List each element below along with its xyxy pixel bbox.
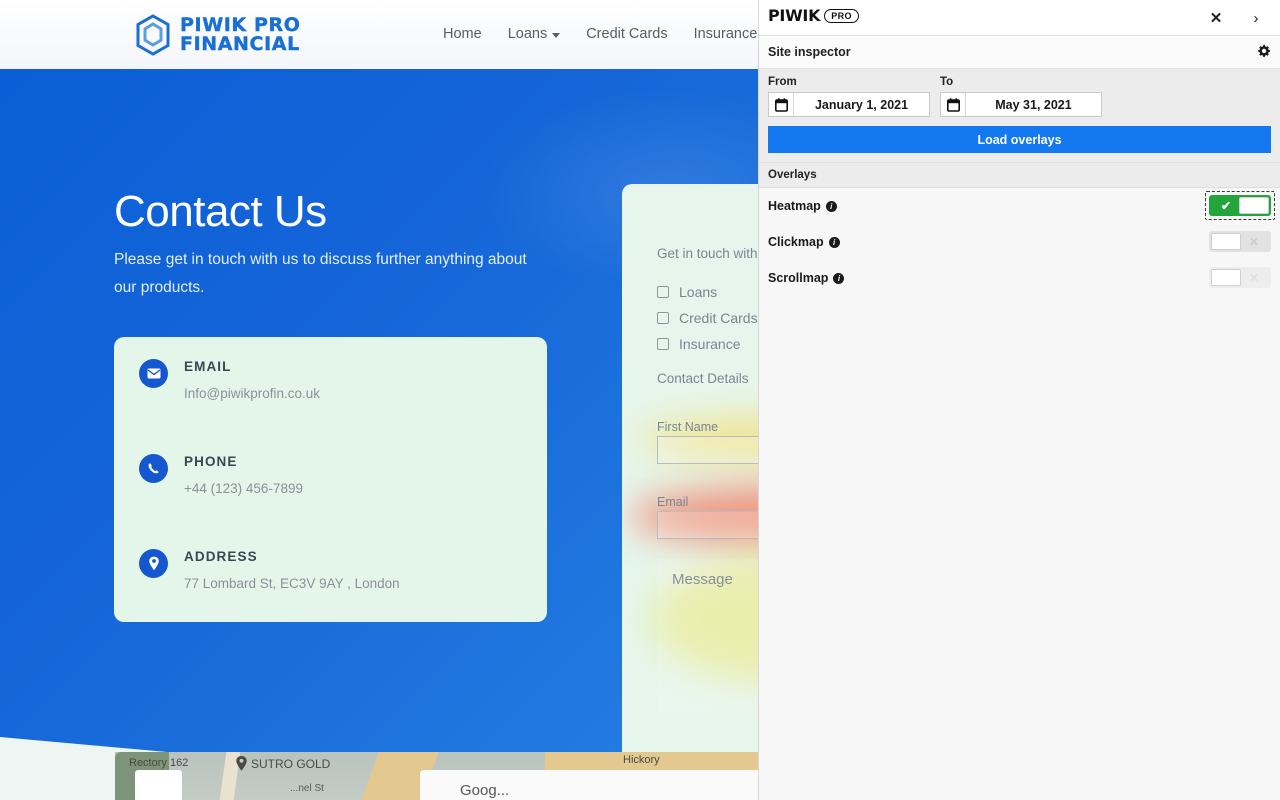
logo-wordmark: PIWIK	[768, 6, 821, 25]
checkbox-label: Loans	[679, 284, 718, 300]
first-name-label: First Name	[657, 420, 719, 434]
checkbox-label: Insurance	[679, 336, 741, 352]
close-icon[interactable]: ✕	[1198, 0, 1234, 36]
piwik-pro-side-panel: PIWIK PRO ✕ › Site inspector From Januar…	[758, 0, 1280, 800]
scrollmap-toggle[interactable]: ✕	[1209, 267, 1271, 288]
email-label: Email	[657, 495, 689, 509]
clickmap-toggle[interactable]: ✕	[1209, 231, 1271, 252]
info-icon[interactable]: i	[825, 200, 837, 212]
phone-icon	[139, 454, 168, 483]
contact-label: ADDRESS	[184, 549, 258, 564]
checkbox-insurance[interactable]: Insurance	[657, 336, 740, 352]
nav-label: Loans	[507, 26, 548, 42]
toggle-track[interactable]: ✕	[1209, 267, 1271, 288]
contact-row-phone: PHONE +44 (123) 456-7899	[139, 454, 303, 496]
contact-value: Info@piwikprofin.co.uk	[184, 386, 321, 401]
calendar-icon[interactable]	[769, 93, 794, 116]
contact-info-card: EMAIL Info@piwikprofin.co.uk PHONE +44 (…	[114, 337, 547, 622]
main-navigation: Home Loans Credit Cards Insurance Blo	[443, 26, 804, 42]
brand-logo[interactable]: PIWIK PRO FINANCIAL	[134, 14, 300, 56]
checkbox-box[interactable]	[657, 312, 669, 324]
chevron-right-icon[interactable]: ›	[1238, 0, 1274, 36]
nav-label: Home	[443, 26, 482, 42]
map-control-button[interactable]	[135, 770, 182, 800]
to-date-value: May 31, 2021	[995, 97, 1072, 112]
contact-label: EMAIL	[184, 359, 232, 374]
to-label: To	[940, 76, 954, 88]
toggle-cross-glyph: ✕	[1248, 270, 1260, 285]
logo-pro-badge: PRO	[824, 8, 859, 23]
panel-header: PIWIK PRO ✕ ›	[759, 0, 1280, 36]
checkbox-box[interactable]	[657, 338, 669, 350]
gear-icon[interactable]	[1256, 44, 1271, 64]
date-from-group: From January 1, 2021	[768, 76, 930, 117]
toggle-cross-glyph: ✕	[1248, 234, 1260, 249]
map-card-text: Goog...	[460, 782, 510, 799]
overlays-section-header: Overlays	[759, 163, 1280, 188]
checkbox-box[interactable]	[657, 286, 669, 298]
nav-label: Credit Cards	[586, 26, 668, 42]
toggle-track[interactable]: ✔	[1209, 195, 1271, 216]
nav-item-insurance[interactable]: Insurance	[694, 26, 758, 42]
toggle-check-glyph: ✔	[1220, 198, 1232, 213]
map-marker-icon	[235, 755, 248, 772]
date-to-group: To May 31, 2021	[940, 76, 1102, 117]
load-overlays-button[interactable]: Load overlays	[768, 126, 1271, 153]
map-label: SUTRO GOLD	[251, 757, 331, 771]
envelope-icon	[139, 359, 168, 388]
info-icon[interactable]: i	[828, 236, 840, 248]
overlay-row-scrollmap: Scrollmap i ✕	[759, 260, 1280, 296]
overlay-name: Clickmap	[768, 235, 824, 249]
contact-row-email: EMAIL Info@piwikprofin.co.uk	[139, 359, 320, 401]
site-inspector-title: Site inspector	[768, 45, 851, 59]
from-date-value: January 1, 2021	[814, 97, 909, 112]
nav-item-home[interactable]: Home	[443, 26, 482, 42]
checkbox-credit-cards[interactable]: Credit Cards	[657, 310, 758, 326]
overlay-name: Heatmap	[768, 199, 821, 213]
contact-label: PHONE	[184, 454, 238, 469]
date-range-section: From January 1, 2021 To May 31, 2021 Loa…	[759, 69, 1280, 163]
info-icon[interactable]: i	[833, 272, 845, 284]
nav-item-credit-cards[interactable]: Credit Cards	[586, 26, 667, 42]
from-label: From	[768, 76, 797, 88]
contact-value: +44 (123) 456-7899	[184, 481, 303, 496]
toggle-track[interactable]: ✕	[1209, 231, 1271, 252]
heatmap-toggle[interactable]: ✔	[1205, 191, 1275, 220]
map-label: Rectory 162	[129, 757, 189, 769]
overlay-name: Scrollmap	[768, 271, 829, 285]
contact-value: 77 Lombard St, EC3V 9AY , London	[184, 576, 400, 591]
checkbox-label: Credit Cards	[679, 310, 758, 326]
map-embed[interactable]: Rectory 162 SUTRO GOLD Hickory ...nel St…	[115, 752, 760, 800]
map-info-card[interactable]: Goog...	[420, 770, 760, 800]
page-title: Contact Us	[114, 187, 327, 236]
toggle-knob	[1239, 197, 1269, 214]
toggle-knob	[1211, 233, 1241, 250]
checkbox-loans[interactable]: Loans	[657, 284, 717, 300]
nav-item-loans[interactable]: Loans	[508, 26, 561, 42]
map-label: ...nel St	[290, 783, 324, 794]
chevron-down-icon	[552, 32, 561, 38]
overlays-list: Heatmap i ✔ Clickmap i ✕ Scrollmap i ✕	[759, 188, 1280, 296]
nav-label: Insurance	[693, 26, 758, 42]
toggle-knob	[1211, 269, 1241, 286]
message-placeholder: Message	[672, 571, 733, 588]
overlay-row-clickmap: Clickmap i ✕	[759, 224, 1280, 260]
from-date-input[interactable]: January 1, 2021	[768, 92, 930, 117]
to-date-input[interactable]: May 31, 2021	[940, 92, 1102, 117]
overlay-row-heatmap: Heatmap i ✔	[759, 188, 1280, 224]
form-section-title: Contact Details	[657, 371, 749, 386]
brand-line-2: FINANCIAL	[180, 33, 300, 55]
map-pin-icon	[139, 549, 168, 578]
calendar-icon[interactable]	[941, 93, 966, 116]
map-label: Hickory	[623, 754, 660, 766]
piwik-pro-logo: PIWIK PRO	[768, 6, 859, 25]
site-inspector-bar: Site inspector	[759, 36, 1280, 69]
contact-row-address: ADDRESS 77 Lombard St, EC3V 9AY , London	[139, 549, 400, 591]
hero-subtitle: Please get in touch with us to discuss f…	[114, 251, 527, 296]
hexagon-logo-icon	[134, 14, 172, 56]
overlays-label: Overlays	[768, 169, 817, 181]
